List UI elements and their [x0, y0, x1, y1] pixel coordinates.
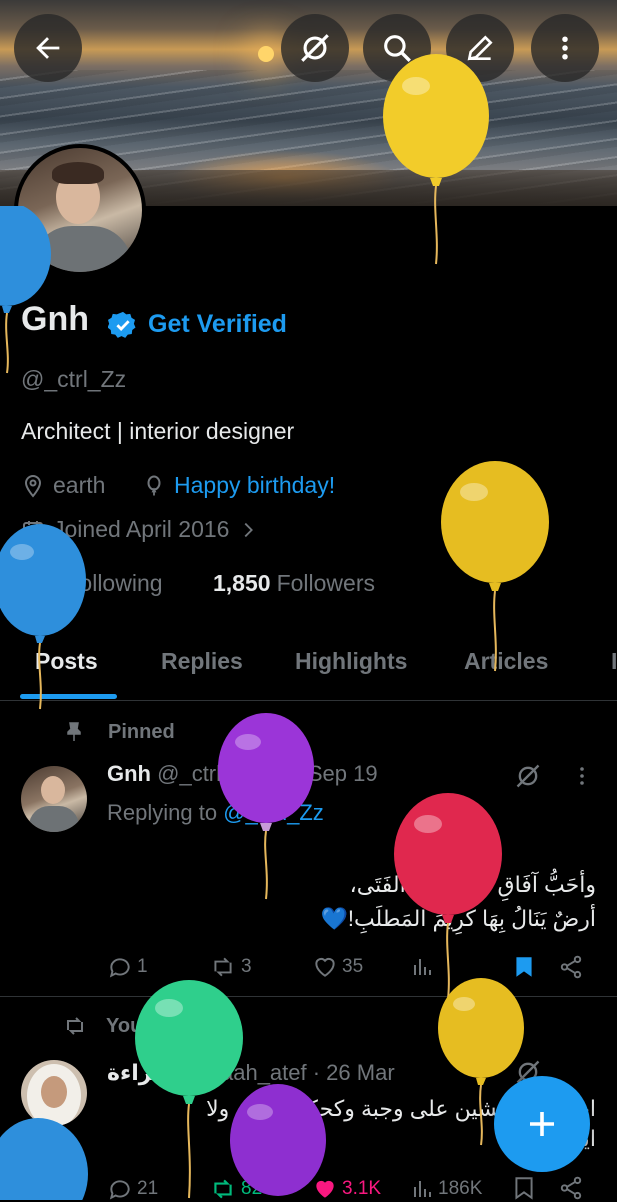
verified-badge-icon[interactable]: [108, 310, 138, 340]
replying-to: Replying to @_ctrl_Zz: [107, 800, 324, 826]
balloon-blue: [0, 1118, 88, 1200]
following-count: 933: [21, 570, 60, 596]
balloon-green: [135, 980, 243, 1199]
banner-sun: [258, 46, 274, 62]
post-header: Gnh @_ctrl_Zz · 13 Sep 19: [107, 761, 378, 787]
edit-button[interactable]: [446, 14, 514, 82]
tab-highlights[interactable]: Highlights: [295, 648, 407, 675]
chevron-right-icon[interactable]: [237, 519, 259, 541]
repost-icon: [214, 957, 232, 977]
tab-posts[interactable]: Posts: [35, 648, 98, 675]
following-label: Following: [65, 570, 163, 596]
repost-author-avatar[interactable]: [21, 1060, 87, 1126]
reply-button[interactable]: 21: [107, 1176, 158, 1202]
followers-link[interactable]: 1,850 Followers: [213, 570, 375, 597]
profile-bio: Architect | interior designer: [21, 418, 295, 444]
repost-count: 3: [241, 956, 252, 977]
tab-replies[interactable]: Replies: [161, 648, 243, 675]
followers-count: 1,850: [213, 570, 271, 596]
repost-button[interactable]: 827: [209, 1176, 273, 1202]
profile-name: Gnh: [21, 300, 89, 338]
location-text: earth: [53, 472, 106, 498]
like-count: 35: [342, 956, 364, 977]
share-icon[interactable]: [558, 1174, 584, 1202]
pin-icon: [67, 722, 81, 741]
reply-count: 1: [137, 956, 148, 977]
following-link[interactable]: 933 Following: [21, 570, 163, 597]
more-vert-icon[interactable]: [570, 764, 594, 788]
repost-header: براءة @baraah_atef · 26 Mar: [107, 1060, 395, 1086]
calendar-icon: [23, 520, 43, 540]
like-button[interactable]: 35: [312, 954, 363, 980]
repost-icon: [214, 1179, 232, 1199]
replying-handle[interactable]: @_ctrl_Zz: [223, 800, 324, 825]
profile-tabs: Posts Replies Highlights Articles I: [0, 630, 617, 700]
post-author-name[interactable]: Gnh: [107, 761, 151, 786]
more-vert-icon: [562, 36, 568, 60]
plus-icon: [530, 1112, 554, 1136]
post-author-avatar[interactable]: [21, 766, 87, 832]
get-verified-link[interactable]: Get Verified: [148, 310, 287, 339]
followers-label: Followers: [276, 570, 375, 596]
like-count: 3.1K: [342, 1178, 382, 1199]
views-count: 186K: [438, 1178, 483, 1199]
balloon-icon: [147, 475, 161, 495]
pinned-indicator: Pinned: [62, 720, 175, 744]
search-button[interactable]: [363, 14, 431, 82]
reposted-label: You reposted: [106, 1014, 233, 1037]
views-icon: [414, 959, 431, 975]
post-handle-date: @_ctrl_Zz · 13 Sep 19: [157, 761, 378, 786]
profile-birthday[interactable]: Happy birthday!: [142, 472, 335, 499]
grok-button[interactable]: [281, 14, 349, 82]
repost-count: 827: [241, 1178, 273, 1199]
profile-location: earth: [21, 472, 105, 499]
more-options-button[interactable]: [531, 14, 599, 82]
bookmark-icon[interactable]: [511, 953, 537, 981]
like-icon: [316, 1180, 334, 1198]
replying-label: Replying to: [107, 800, 218, 825]
repost-handle-date: @baraah_atef · 26 Mar: [166, 1060, 395, 1085]
bookmark-icon[interactable]: [511, 1174, 537, 1202]
tab-articles[interactable]: Articles: [464, 648, 548, 675]
tabs-divider: [0, 700, 617, 701]
post-text-line2: أرضٌ يَنَالُ بِهَا كَرِيمَ المَطلَبِ!💙: [320, 906, 596, 931]
like-button[interactable]: 3.1K: [312, 1176, 381, 1202]
birthday-link[interactable]: Happy birthday!: [174, 472, 335, 499]
joined-text: Joined April 2016: [53, 516, 230, 542]
reposted-indicator: You reposted: [62, 1014, 232, 1038]
back-button[interactable]: [14, 14, 82, 82]
like-icon: [315, 957, 335, 977]
post-divider: [0, 996, 617, 997]
pinned-label: Pinned: [108, 720, 175, 743]
views-button[interactable]: [410, 954, 434, 980]
grok-icon: [301, 34, 329, 62]
repost-author-name[interactable]: براءة: [107, 1060, 161, 1085]
tab-overflow[interactable]: I: [611, 648, 617, 675]
profile-avatar[interactable]: [14, 144, 146, 276]
search-icon: [384, 35, 411, 62]
share-icon[interactable]: [558, 953, 584, 981]
profile-handle: @_ctrl_Zz: [21, 366, 127, 392]
compose-post-button[interactable]: [494, 1076, 590, 1172]
reply-icon: [109, 1180, 130, 1200]
reply-button[interactable]: 1: [107, 954, 148, 980]
reply-icon: [109, 958, 130, 978]
post-text-line1: وأحَبُّ آفَاقِ البِلَادِ إلَى الفَتَى،: [349, 872, 596, 897]
grok-icon[interactable]: [514, 762, 542, 790]
back-arrow-icon: [36, 37, 60, 59]
views-button[interactable]: 186K: [410, 1176, 482, 1202]
repost-icon: [67, 1017, 83, 1035]
profile-joined: Joined April 2016: [21, 516, 259, 543]
reply-count: 21: [137, 1178, 159, 1199]
repost-button[interactable]: 3: [209, 954, 252, 980]
views-icon: [414, 1181, 431, 1197]
edit-icon: [467, 35, 493, 61]
active-tab-indicator: [20, 694, 117, 699]
location-icon: [24, 474, 42, 498]
